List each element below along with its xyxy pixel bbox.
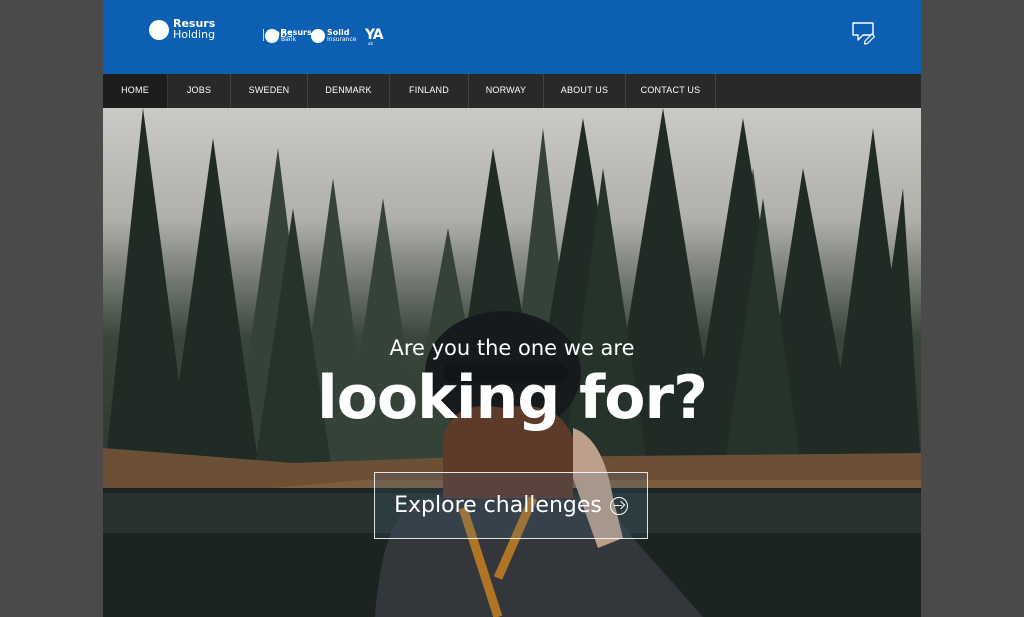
- hero-subtitle: Are you the one we are: [389, 336, 635, 360]
- page: Resurs Holding Jobs Resurs Bank Solid In…: [103, 0, 921, 617]
- ya-logo-sub: ab: [368, 41, 373, 46]
- hero-title: looking for?: [317, 363, 708, 433]
- resurs-bank-sub: Bank: [281, 36, 297, 43]
- nav-finland[interactable]: FINLAND: [390, 74, 469, 108]
- nav-home[interactable]: HOME: [103, 74, 168, 108]
- main-navigation: HOME JOBS SWEDEN DENMARK FINLAND NORWAY …: [103, 74, 921, 108]
- nav-jobs[interactable]: JOBS: [168, 74, 231, 108]
- arrow-right-circle-icon: [609, 496, 628, 515]
- nav-about-us[interactable]: ABOUT US: [544, 74, 626, 108]
- nav-contact-us[interactable]: CONTACT US: [626, 74, 716, 108]
- logo-line2: Holding: [173, 28, 216, 41]
- chat-pen-icon[interactable]: [851, 20, 877, 46]
- hero-banner: Are you the one we are looking for? Expl…: [103, 108, 921, 617]
- solid-sub: Insurance: [327, 36, 357, 43]
- logo-separator: [263, 29, 264, 41]
- nav-norway[interactable]: NORWAY: [469, 74, 544, 108]
- nav-denmark[interactable]: DENMARK: [308, 74, 390, 108]
- explore-challenges-button[interactable]: Explore challenges: [374, 472, 648, 539]
- logo-circle: [149, 20, 169, 40]
- site-header: Resurs Holding Jobs Resurs Bank Solid In…: [103, 0, 921, 74]
- explore-challenges-label: Explore challenges: [394, 493, 602, 518]
- logo-circle: [311, 29, 325, 43]
- logo-circle: [265, 29, 279, 43]
- nav-sweden[interactable]: SWEDEN: [231, 74, 308, 108]
